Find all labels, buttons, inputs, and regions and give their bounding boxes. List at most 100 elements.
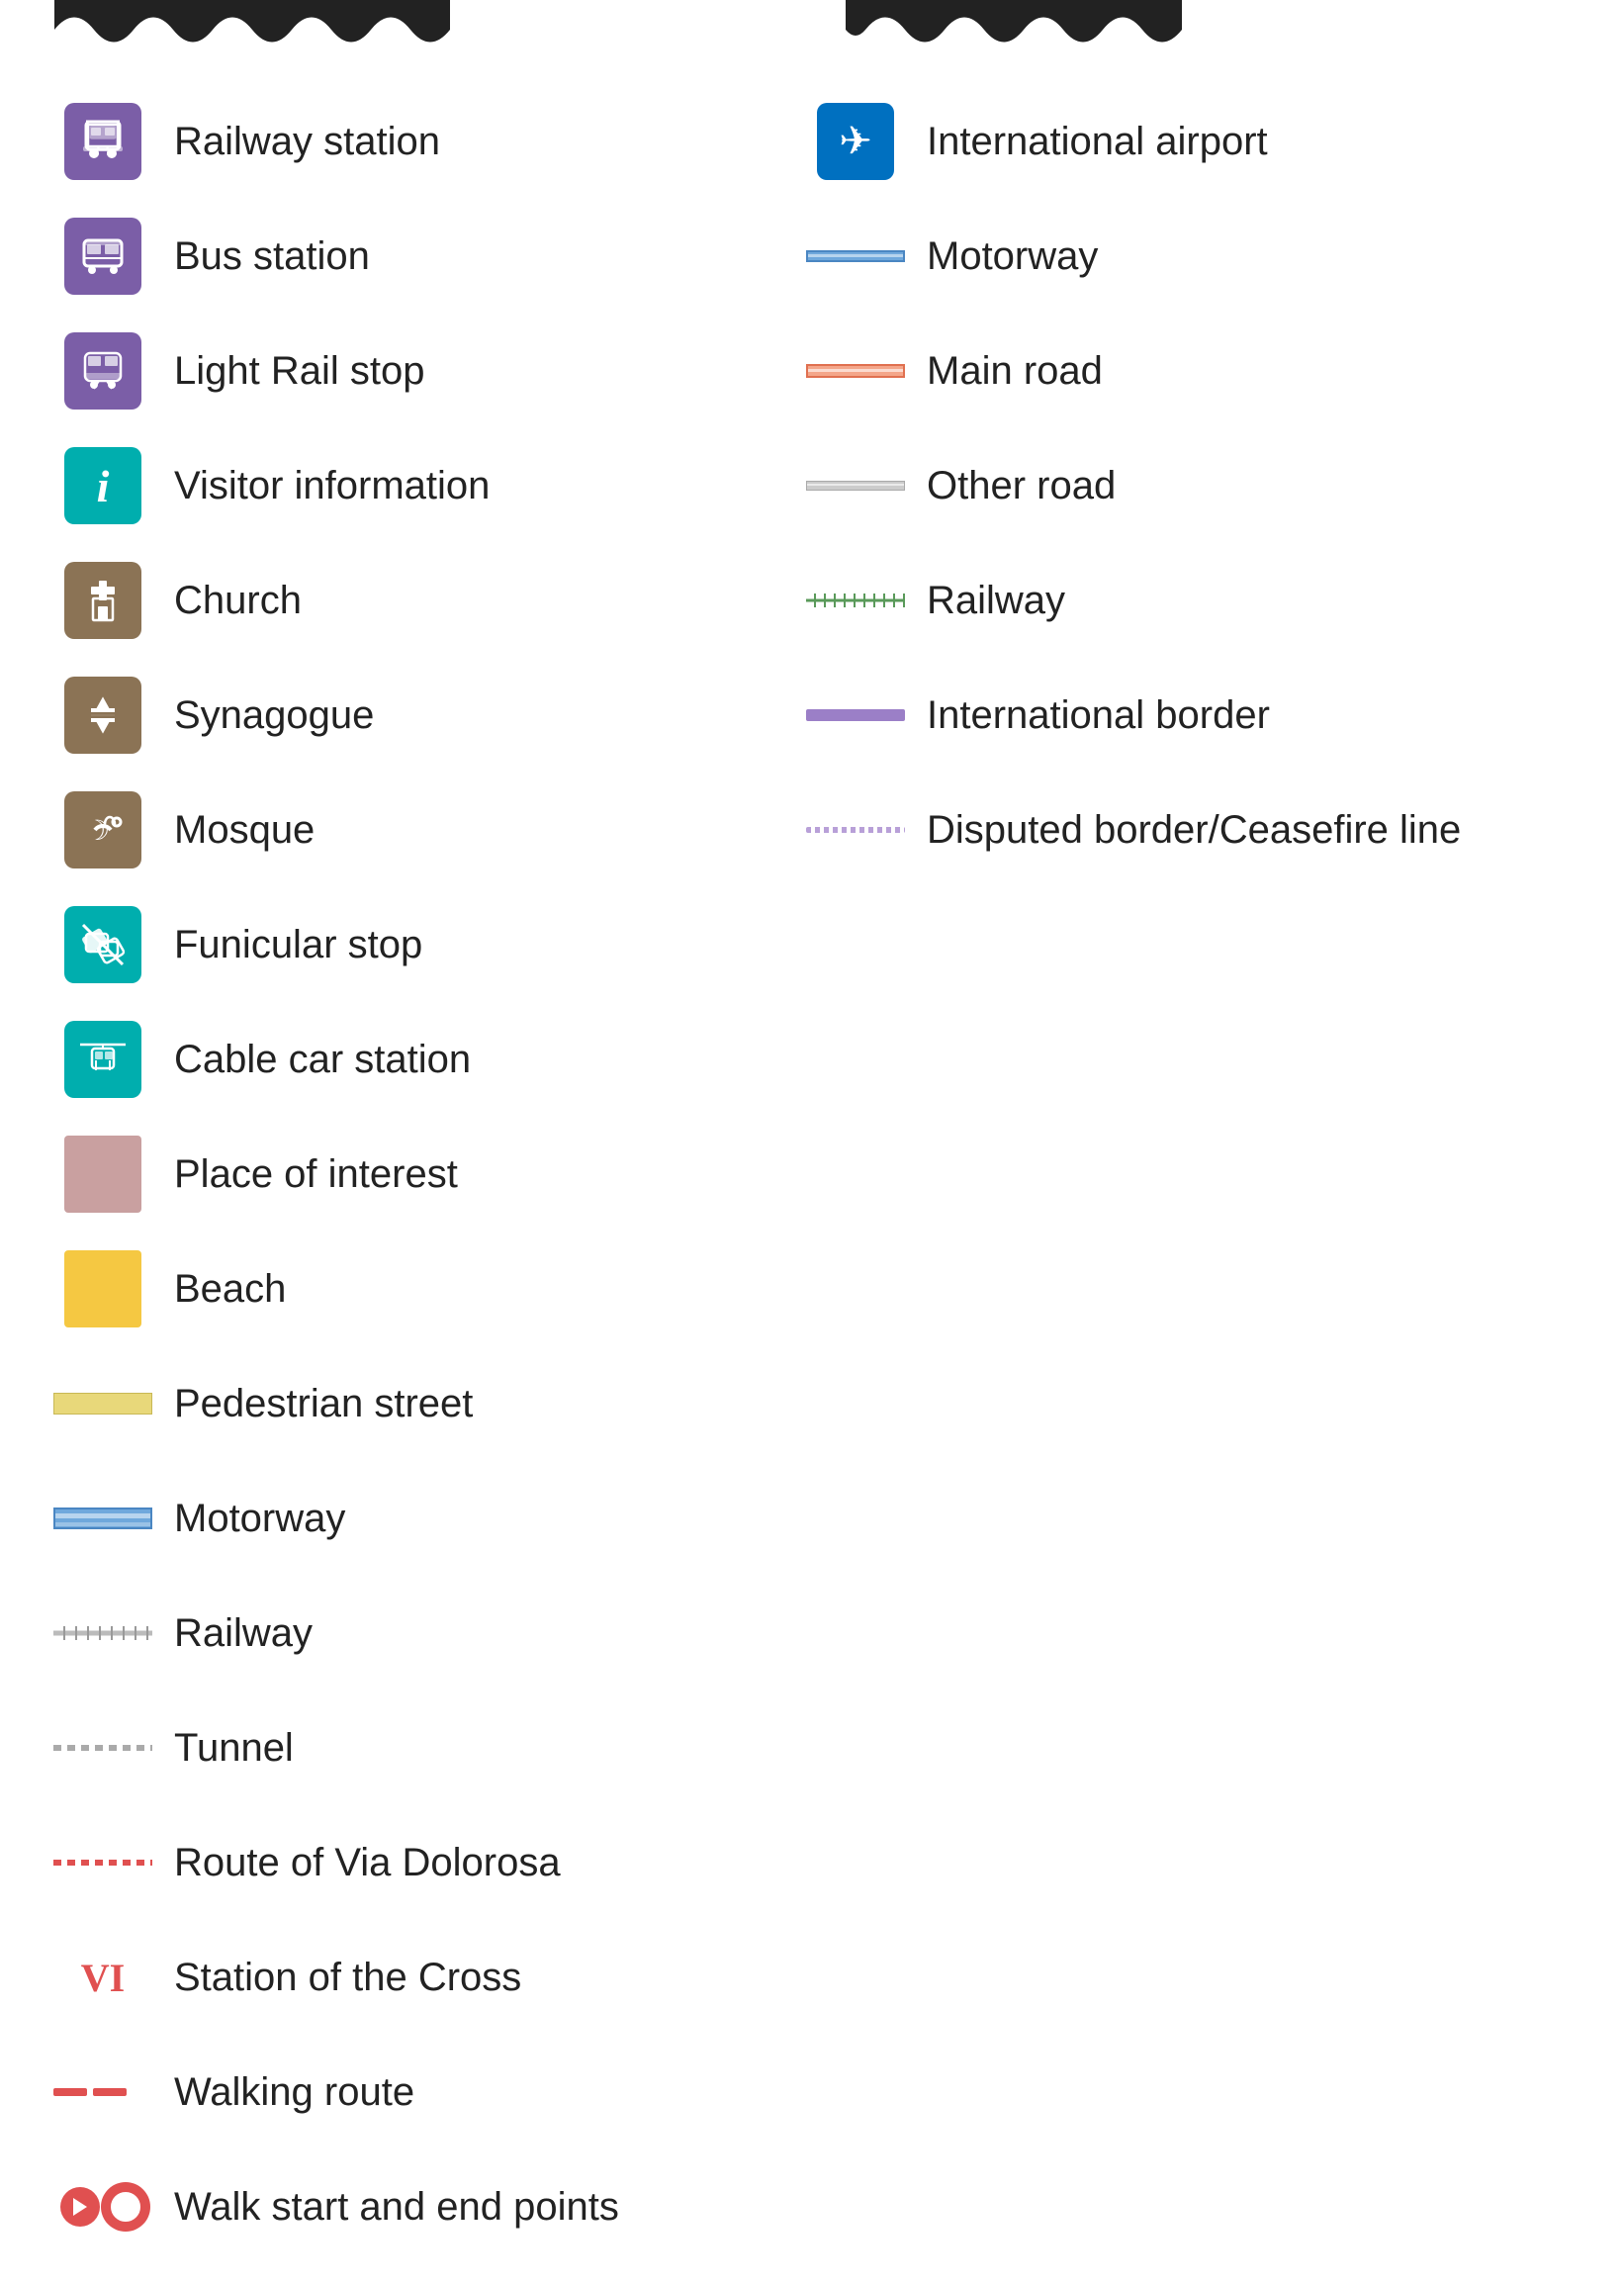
main-road-icon-box	[812, 327, 899, 414]
walking-route-item: Walking route	[59, 2035, 812, 2149]
walk-end-icon	[106, 2187, 145, 2227]
visitor-info-icon: i	[64, 447, 141, 524]
station-cross-label: Station of the Cross	[174, 1956, 521, 2000]
synagogue-icon-box	[59, 672, 146, 759]
pedestrian-street-label: Pedestrian street	[174, 1382, 473, 1426]
railway-right-label: Railway	[927, 579, 1065, 623]
via-dolorosa-icon	[48, 1838, 157, 1887]
disputed-border-item: Disputed border/Ceasefire line	[812, 773, 1565, 887]
walk-points-icon	[59, 2187, 146, 2227]
main-road-item: Main road	[812, 314, 1565, 428]
other-road-icon	[801, 466, 910, 505]
light-rail-icon-box	[59, 327, 146, 414]
disputed-border-label: Disputed border/Ceasefire line	[927, 808, 1461, 853]
other-road-icon-box	[812, 442, 899, 529]
motorway-left-icon	[48, 1494, 157, 1543]
funicular-icon	[64, 906, 141, 983]
intl-border-icon-box	[812, 672, 899, 759]
motorway-left-item: Motorway	[59, 1461, 812, 1576]
church-label: Church	[174, 579, 302, 623]
walking-route-icon-box	[59, 2049, 146, 2136]
beach-label: Beach	[174, 1267, 286, 1312]
mosque-label: Mosque	[174, 808, 315, 853]
motorway-left-label: Motorway	[174, 1497, 345, 1541]
cable-car-icon-box	[59, 1016, 146, 1103]
railway-left-icon-box	[59, 1590, 146, 1677]
light-rail-icon	[64, 332, 141, 410]
synagogue-label: Synagogue	[174, 693, 374, 738]
railway-station-icon-box	[59, 98, 146, 185]
funicular-label: Funicular stop	[174, 923, 422, 967]
visitor-info-label: Visitor information	[174, 464, 490, 508]
walking-route-label: Walking route	[174, 2070, 414, 2115]
light-rail-label: Light Rail stop	[174, 349, 424, 394]
motorway-right-icon-box	[812, 213, 899, 300]
motorway-right-item: Motorway	[812, 199, 1565, 314]
station-cross-icon-box: VI	[59, 1934, 146, 2021]
pedestrian-street-icon	[48, 1379, 157, 1428]
walk-points-icon-box	[59, 2163, 146, 2250]
via-dolorosa-item: Route of Via Dolorosa	[59, 1805, 812, 1920]
intl-border-item: International border	[812, 658, 1565, 773]
church-icon-box	[59, 557, 146, 644]
place-interest-icon-box	[59, 1131, 146, 1218]
walk-start-icon	[60, 2187, 100, 2227]
visitor-info-item: i Visitor information	[59, 428, 812, 543]
church-icon	[64, 562, 141, 639]
walk-points-item: Walk start and end points	[59, 2149, 812, 2264]
motorway-right-icon	[801, 236, 910, 276]
tunnel-item: Tunnel	[59, 1690, 812, 1805]
other-road-label: Other road	[927, 464, 1116, 508]
visitor-info-icon-box: i	[59, 442, 146, 529]
left-column: Railway station Bus station	[59, 84, 812, 2264]
station-cross-item: VI Station of the Cross	[59, 1920, 812, 2035]
mosque-icon-box: ☽	[59, 786, 146, 873]
intl-airport-icon: ✈	[817, 103, 894, 180]
tunnel-label: Tunnel	[174, 1726, 294, 1771]
intl-airport-item: ✈ International airport	[812, 84, 1565, 199]
church-item: Church	[59, 543, 812, 658]
funicular-icon-box	[59, 901, 146, 988]
light-rail-item: Light Rail stop	[59, 314, 812, 428]
railway-left-item: Railway	[59, 1576, 812, 1690]
railway-right-icon	[801, 581, 910, 620]
railway-station-icon	[64, 103, 141, 180]
railway-right-icon-box	[812, 557, 899, 644]
railway-station-item: Railway station	[59, 84, 812, 199]
railway-right-item: Railway	[812, 543, 1565, 658]
bus-station-label: Bus station	[174, 234, 370, 279]
cable-car-label: Cable car station	[174, 1038, 471, 1082]
other-road-item: Other road	[812, 428, 1565, 543]
place-interest-label: Place of interest	[174, 1152, 458, 1197]
main-road-label: Main road	[927, 349, 1103, 394]
bus-station-icon	[64, 218, 141, 295]
bus-station-icon-box	[59, 213, 146, 300]
disputed-border-icon-box	[812, 786, 899, 873]
mosque-item: ☽ Mosque	[59, 773, 812, 887]
intl-border-label: International border	[927, 693, 1270, 738]
via-dolorosa-label: Route of Via Dolorosa	[174, 1841, 561, 1885]
railway-left-icon	[48, 1608, 157, 1658]
place-interest-item: Place of interest	[59, 1117, 812, 1232]
intl-border-icon	[801, 695, 910, 735]
station-cross-icon: VI	[59, 1955, 146, 2001]
tunnel-icon	[48, 1723, 157, 1773]
cable-car-icon	[64, 1021, 141, 1098]
synagogue-icon	[64, 677, 141, 754]
railway-left-label: Railway	[174, 1611, 313, 1656]
pedestrian-street-icon-box	[59, 1360, 146, 1447]
wavy-shape-right	[846, 0, 1182, 54]
bus-station-item: Bus station	[59, 199, 812, 314]
walk-points-label: Walk start and end points	[174, 2185, 619, 2230]
pedestrian-street-item: Pedestrian street	[59, 1346, 812, 1461]
legend-container: Railway station Bus station	[0, 64, 1624, 2284]
mosque-icon: ☽	[64, 791, 141, 868]
intl-airport-label: International airport	[927, 120, 1268, 164]
railway-station-label: Railway station	[174, 120, 440, 164]
main-road-icon	[801, 351, 910, 391]
disputed-border-icon	[801, 810, 910, 850]
tunnel-icon-box	[59, 1704, 146, 1791]
cable-car-item: Cable car station	[59, 1002, 812, 1117]
place-interest-icon	[64, 1136, 141, 1213]
motorway-right-label: Motorway	[927, 234, 1098, 279]
